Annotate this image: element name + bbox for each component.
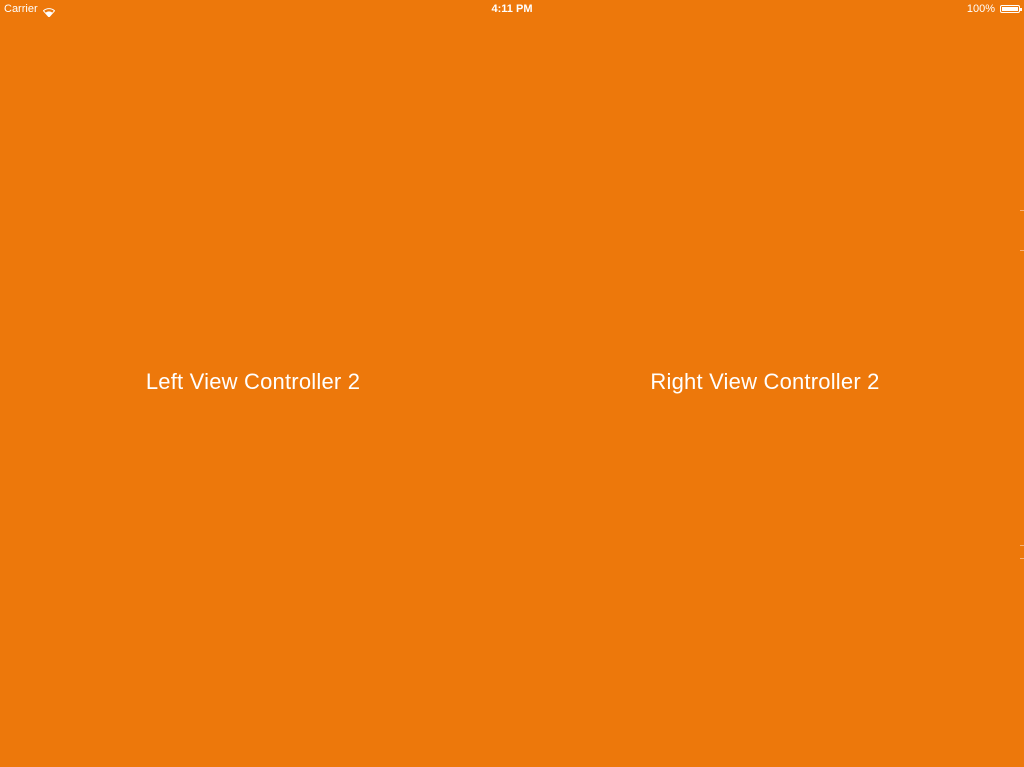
- battery-icon: [1000, 5, 1022, 13]
- status-bar: Carrier 4:11 PM 100%: [0, 0, 1024, 18]
- status-right: 100%: [966, 0, 1022, 18]
- edge-divider-mark: [1020, 545, 1024, 546]
- edge-divider-mark: [1020, 558, 1024, 559]
- right-view-controller: Right View Controller 2: [506, 18, 1024, 767]
- status-time: 4:11 PM: [491, 3, 533, 15]
- edge-divider-mark: [1020, 210, 1024, 211]
- edge-divider-mark: [1020, 250, 1024, 251]
- right-view-label: Right View Controller 2: [650, 369, 880, 394]
- battery-percent: 100%: [966, 3, 995, 15]
- battery-tip: [1020, 8, 1022, 11]
- split-screen: Carrier 4:11 PM 100% Left View Controlle…: [0, 0, 1024, 767]
- battery-fill: [1002, 7, 1018, 11]
- left-view-label: Left View Controller 2: [145, 369, 361, 394]
- left-view-controller: Left View Controller 2: [0, 18, 506, 767]
